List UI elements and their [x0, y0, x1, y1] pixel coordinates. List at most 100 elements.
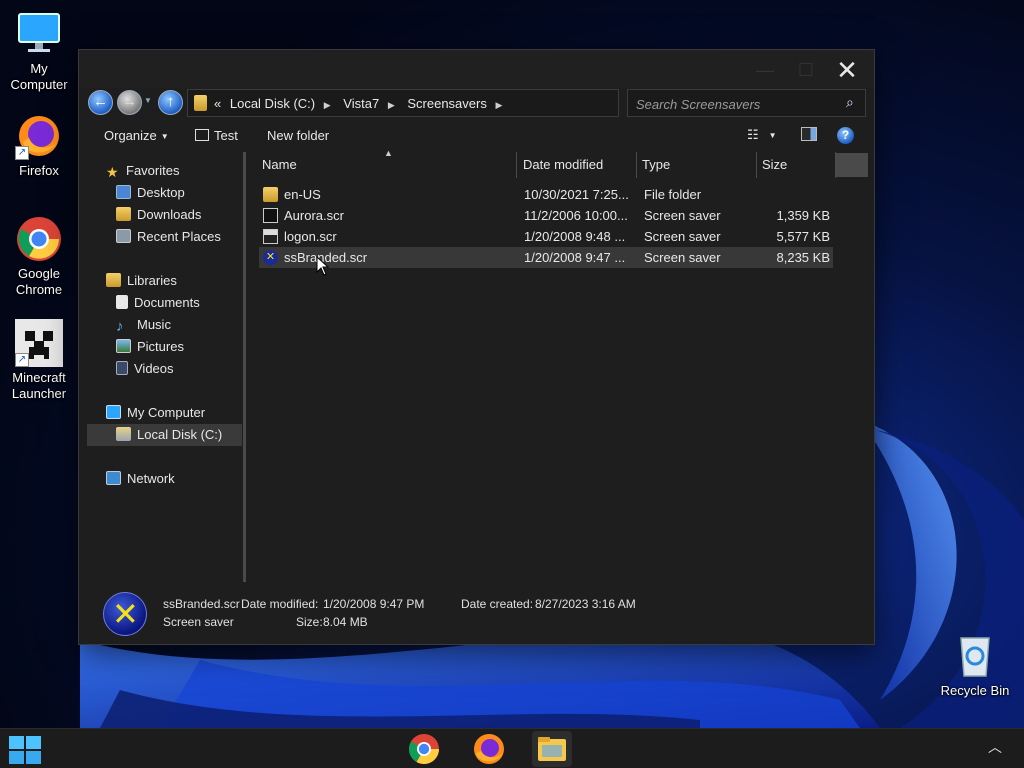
- preview-pane-icon[interactable]: [801, 127, 817, 141]
- explorer-window: — ☐ ✕ ← → ▼ ↑ « Local Disk (C:) ▶ Vista7…: [78, 49, 875, 645]
- nav-local-disk[interactable]: Local Disk (C:): [87, 424, 242, 446]
- search-icon[interactable]: ⌕: [846, 94, 854, 111]
- folder-icon: [194, 95, 207, 111]
- file-type: Screen saver: [644, 229, 721, 244]
- file-name: en-US: [284, 187, 321, 202]
- screensaver-icon: [263, 208, 278, 223]
- taskbar-chrome[interactable]: [404, 731, 444, 767]
- breadcrumb-screensavers[interactable]: Screensavers: [407, 96, 486, 111]
- firefox-icon: ↗: [15, 112, 63, 160]
- branded-screensaver-icon: ✕: [263, 250, 278, 265]
- minimize-button[interactable]: —: [747, 58, 783, 82]
- chevron-down-icon: ▼: [160, 132, 169, 141]
- command-bar: Organize ▼ Test New folder ☷ ▼ ?: [79, 122, 874, 150]
- column-header-date-modified[interactable]: Date modified: [518, 152, 636, 178]
- search-input[interactable]: [636, 95, 836, 113]
- shortcut-arrow-icon: ↗: [15, 353, 29, 367]
- breadcrumb-separator-icon[interactable]: ▶: [495, 100, 502, 110]
- new-folder-button[interactable]: New folder: [267, 128, 329, 143]
- maximize-button[interactable]: ☐: [788, 58, 824, 82]
- breadcrumb-local-disk[interactable]: Local Disk (C:): [230, 96, 315, 111]
- file-type: File folder: [644, 187, 702, 202]
- nav-label: Local Disk (C:): [137, 427, 223, 442]
- breadcrumb-separator-icon[interactable]: ▶: [324, 100, 331, 110]
- column-divider[interactable]: [516, 152, 517, 178]
- drive-icon: [116, 427, 131, 441]
- nav-libraries[interactable]: Libraries: [106, 270, 177, 292]
- file-row[interactable]: en-US 10/30/2021 7:25... File folder: [259, 184, 833, 205]
- desktop-icon-label: My: [30, 61, 48, 76]
- search-box[interactable]: ⌕: [627, 89, 866, 117]
- nav-network[interactable]: Network: [106, 468, 175, 490]
- breadcrumb-separator-icon[interactable]: ▶: [388, 100, 395, 110]
- desktop-icon-minecraft-launcher[interactable]: ↗ Minecraft Launcher: [1, 319, 77, 402]
- nav-favorites[interactable]: ★ Favorites: [106, 160, 179, 182]
- forward-button[interactable]: →: [117, 90, 142, 115]
- recent-pages-dropdown[interactable]: ▼: [144, 96, 152, 105]
- column-header-size[interactable]: Size: [757, 152, 835, 178]
- nav-recent-places[interactable]: Recent Places: [116, 226, 221, 248]
- breadcrumb-overflow[interactable]: «: [214, 96, 221, 111]
- desktop-icon-recycle-bin[interactable]: Recycle Bin: [936, 632, 1014, 699]
- show-hidden-icons-chevron-up-icon[interactable]: ︿: [988, 737, 1002, 757]
- nav-desktop[interactable]: Desktop: [116, 182, 185, 204]
- desktop-icon: [116, 185, 131, 199]
- file-date: 10/30/2021 7:25...: [524, 187, 629, 202]
- desktop-icon-my-computer[interactable]: My Computer: [1, 10, 77, 93]
- change-view-button[interactable]: ☷ ▼: [747, 127, 777, 143]
- column-header-extra[interactable]: [836, 153, 868, 177]
- shortcut-arrow-icon: ↗: [15, 146, 29, 160]
- desktop-icon-google-chrome[interactable]: Google Chrome: [1, 215, 77, 298]
- file-date: 1/20/2008 9:48 ...: [524, 229, 626, 244]
- help-icon[interactable]: ?: [837, 127, 854, 144]
- desktop-icon-label: Minecraft: [12, 370, 66, 385]
- organize-button[interactable]: Organize ▼: [104, 128, 169, 143]
- file-row[interactable]: logon.scr 1/20/2008 9:48 ... Screen save…: [259, 226, 833, 247]
- back-button[interactable]: ←: [88, 90, 113, 115]
- minecraft-icon: ↗: [15, 319, 63, 367]
- nav-my-computer[interactable]: My Computer: [106, 402, 205, 424]
- desktop-icon-label: Google: [18, 266, 60, 281]
- taskbar: ︿: [0, 728, 1024, 768]
- file-row[interactable]: Aurora.scr 11/2/2006 10:00... Screen sav…: [259, 205, 833, 226]
- nav-label: Network: [127, 471, 175, 486]
- address-bar[interactable]: « Local Disk (C:) ▶ Vista7 ▶ Screensaver…: [187, 89, 717, 117]
- nav-music[interactable]: ♪ Music: [116, 314, 171, 336]
- desktop-icon-firefox[interactable]: ↗ Firefox: [1, 112, 77, 179]
- file-size: 5,577 KB: [776, 229, 831, 244]
- nav-label: Downloads: [137, 207, 202, 222]
- mouse-pointer-icon: [316, 256, 330, 276]
- up-button[interactable]: ↑: [158, 90, 183, 115]
- column-header-type[interactable]: Type: [637, 152, 755, 178]
- title-bar[interactable]: — ☐ ✕: [79, 50, 874, 88]
- computer-icon: [106, 405, 121, 419]
- taskbar-file-explorer[interactable]: [532, 731, 572, 767]
- nav-videos[interactable]: Videos: [116, 358, 174, 380]
- chrome-icon: [15, 215, 63, 263]
- details-type: Screen saver: [163, 615, 234, 629]
- firefox-icon: [474, 734, 504, 764]
- nav-label: Recent Places: [137, 229, 221, 244]
- nav-downloads[interactable]: Downloads: [116, 204, 201, 226]
- chevron-down-icon: ▼: [768, 131, 777, 140]
- recent-places-icon: [116, 229, 131, 243]
- nav-pictures[interactable]: Pictures: [116, 336, 184, 358]
- test-label: Test: [214, 128, 238, 143]
- nav-label: Pictures: [137, 339, 184, 354]
- details-filename: ssBranded.scr: [163, 597, 240, 611]
- desktop-icon-label: Computer: [10, 77, 68, 92]
- test-button[interactable]: Test: [195, 128, 238, 143]
- pictures-icon: [116, 339, 131, 353]
- desktop-icon-label: Firefox: [19, 163, 59, 178]
- close-button[interactable]: ✕: [829, 57, 865, 83]
- nav-documents[interactable]: Documents: [116, 292, 200, 314]
- file-row-selected[interactable]: ✕ ssBranded.scr 1/20/2008 9:47 ... Scree…: [259, 247, 833, 268]
- taskbar-firefox[interactable]: [469, 731, 509, 767]
- breadcrumb-vista7[interactable]: Vista7: [343, 96, 379, 111]
- pane-splitter[interactable]: [243, 152, 246, 582]
- downloads-icon: [116, 207, 131, 221]
- music-icon: ♪: [116, 318, 124, 335]
- navigation-pane: ★ Favorites Desktop Downloads Recent Plac…: [79, 152, 245, 582]
- recycle-bin-icon: [951, 632, 999, 680]
- start-button[interactable]: [7, 734, 43, 766]
